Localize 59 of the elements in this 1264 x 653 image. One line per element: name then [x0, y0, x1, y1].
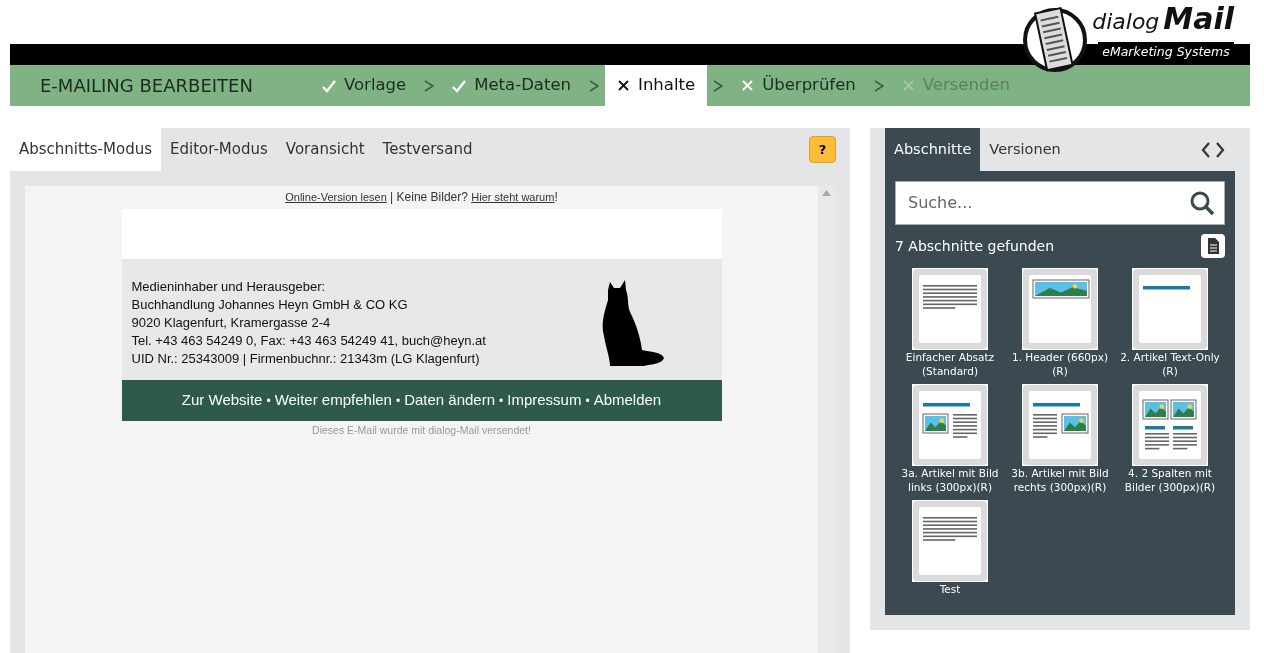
wizard-step[interactable]: Überprüfen	[729, 65, 868, 106]
logo-text: Mail	[1163, 4, 1234, 34]
bullet-separator: •	[499, 392, 504, 410]
sent-note: Dieses E-Mail wurde mit dialog-Mail versendet!	[312, 423, 531, 438]
imprint-line: Buchhandlung Johannes Heyn GmbH & CO KG	[131, 296, 409, 314]
footer-link[interactable]: Impressum	[507, 389, 582, 412]
section-template[interactable]: Einfacher Absatz (Standard)	[895, 268, 1005, 378]
wizard-step[interactable]: Inhalte	[605, 65, 708, 106]
section-template[interactable]: 3b. Artikel mit Bild rechts (300px)(R)	[1005, 384, 1115, 494]
bullet-separator: •	[395, 392, 401, 410]
chevron-icon	[873, 79, 884, 92]
imprint-line: Medieninhaber und Herausgeber:	[131, 278, 327, 296]
footer-link[interactable]: Weiter empfehlen	[274, 389, 392, 412]
cross-icon	[741, 79, 755, 92]
document-icon[interactable]	[1201, 234, 1225, 258]
imprint-line: UID Nr.: 25343009 | Firmenbuchnr.: 21343m (LG Klagenfurt)	[131, 350, 481, 368]
search-icon[interactable]	[1190, 191, 1214, 215]
chevron-icon	[424, 79, 435, 92]
section-template[interactable]: 4. 2 Spalten mit Bilder (300px)(R)	[1115, 384, 1225, 494]
footer-link[interactable]: Zur Website	[181, 389, 263, 412]
section-template[interactable]: 1. Header (660px) (R)	[1005, 268, 1115, 378]
section-template[interactable]: 2. Artikel Text-Only (R)	[1115, 268, 1225, 378]
editor-tab[interactable]: Testversand	[373, 128, 482, 171]
bullet-separator: •	[266, 392, 271, 410]
template-thumbnail-icon	[1132, 384, 1208, 466]
panel-tab[interactable]: Abschnitte	[885, 128, 981, 171]
footer-link[interactable]: Daten ändern	[404, 389, 496, 412]
template-thumbnail-icon	[1022, 268, 1098, 350]
check-icon	[452, 78, 467, 93]
template-thumbnail-icon	[912, 268, 988, 350]
imprint-line: Tel. +43 463 54249 0, Fax: +43 463 54249 41, buch@heyn.at	[131, 332, 486, 350]
section-template[interactable]: 3a. Artikel mit Bild links (300px)(R)	[895, 384, 1005, 494]
cross-icon	[617, 79, 631, 92]
imprint-line: 9020 Klagenfurt, Kramergasse 2-4	[131, 314, 332, 332]
preview-notice: Online-Version lesen | Keine Bilder? Hier steht warum!	[285, 189, 558, 206]
logo-text: dialog	[1092, 11, 1160, 33]
chevron-icon	[589, 79, 600, 92]
chevron-icon	[713, 79, 724, 92]
section-template[interactable]: Test	[895, 500, 1005, 596]
check-icon	[322, 78, 336, 93]
code-icon	[1201, 141, 1225, 159]
wizard-step[interactable]: Vorlage	[310, 65, 419, 106]
preview-link[interactable]: Online-Version lesen	[285, 191, 387, 203]
page-title: E-MAILING BEARBEITEN	[39, 74, 254, 98]
editor-tab[interactable]: Abschnitts-Modus	[10, 128, 161, 171]
template-thumbnail-icon	[912, 384, 988, 466]
cross-icon	[901, 79, 915, 92]
search-field[interactable]: Suche...	[895, 181, 1225, 225]
panel-tab[interactable]: Versionen	[980, 128, 1070, 171]
footer-link[interactable]: Abmelden	[593, 389, 662, 412]
editor-tab[interactable]: Editor-Modus	[161, 128, 277, 171]
editor-tab[interactable]: Voransicht	[276, 128, 374, 171]
template-thumbnail-icon	[912, 500, 988, 582]
template-thumbnail-icon	[1022, 384, 1098, 466]
help-button[interactable]: ?	[809, 136, 836, 163]
wizard-step[interactable]: Meta-Daten	[440, 65, 584, 106]
bullet-separator: •	[585, 392, 590, 410]
result-count: 7 Abschnitte gefunden	[895, 236, 1055, 256]
template-thumbnail-icon	[1132, 268, 1208, 350]
